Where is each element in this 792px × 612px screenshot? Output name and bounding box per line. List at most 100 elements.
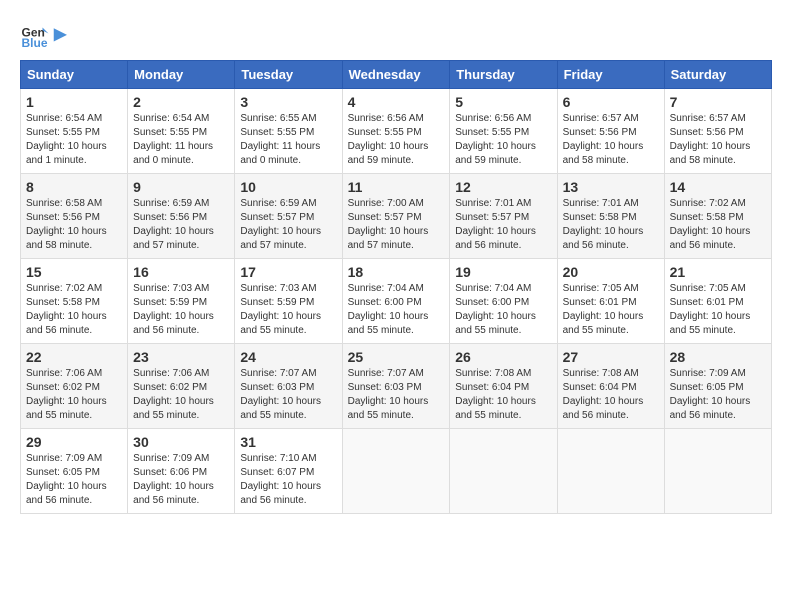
calendar-cell: 5 Sunrise: 6:56 AMSunset: 5:55 PMDaylight… [450,89,557,174]
calendar-cell: 16 Sunrise: 7:03 AMSunset: 5:59 PMDayligh… [128,259,235,344]
calendar-cell: 19 Sunrise: 7:04 AMSunset: 6:00 PMDayligh… [450,259,557,344]
calendar-cell: 24 Sunrise: 7:07 AMSunset: 6:03 PMDayligh… [235,344,342,429]
day-detail: Sunrise: 7:03 AMSunset: 5:59 PMDaylight:… [133,283,214,336]
calendar-cell: 1 Sunrise: 6:54 AMSunset: 5:55 PMDaylight… [21,89,128,174]
weekday-header: Saturday [664,61,771,89]
day-number: 31 [240,434,336,450]
day-detail: Sunrise: 7:02 AMSunset: 5:58 PMDaylight:… [26,283,107,336]
day-detail: Sunrise: 6:56 AMSunset: 5:55 PMDaylight:… [455,113,536,166]
day-detail: Sunrise: 6:57 AMSunset: 5:56 PMDaylight:… [563,113,644,166]
calendar-cell: 11 Sunrise: 7:00 AMSunset: 5:57 PMDayligh… [342,174,450,259]
day-detail: Sunrise: 7:06 AMSunset: 6:02 PMDaylight:… [26,368,107,421]
day-detail: Sunrise: 6:58 AMSunset: 5:56 PMDaylight:… [26,198,107,251]
day-number: 20 [563,264,659,280]
day-number: 28 [670,349,766,365]
calendar-cell: 3 Sunrise: 6:55 AMSunset: 5:55 PMDaylight… [235,89,342,174]
day-detail: Sunrise: 7:10 AMSunset: 6:07 PMDaylight:… [240,453,321,506]
calendar-cell [450,429,557,514]
calendar-cell: 26Sunrise: 7:08 AMSunset: 6:04 PMDayligh… [450,344,557,429]
weekday-header-row: SundayMondayTuesdayWednesdayThursdayFrid… [21,61,772,89]
day-number: 13 [563,179,659,195]
calendar-cell: 13 Sunrise: 7:01 AMSunset: 5:58 PMDayligh… [557,174,664,259]
day-number: 30 [133,434,229,450]
day-number: 3 [240,94,336,110]
day-detail: Sunrise: 7:01 AMSunset: 5:57 PMDaylight:… [455,198,536,251]
day-detail: Sunrise: 6:54 AMSunset: 5:55 PMDaylight:… [133,113,213,166]
calendar-cell: 27Sunrise: 7:08 AMSunset: 6:04 PMDayligh… [557,344,664,429]
day-number: 23 [133,349,229,365]
day-number: 16 [133,264,229,280]
day-detail: Sunrise: 6:54 AMSunset: 5:55 PMDaylight:… [26,113,107,166]
calendar-cell: 4 Sunrise: 6:56 AMSunset: 5:55 PMDaylight… [342,89,450,174]
calendar-cell: 20Sunrise: 7:05 AMSunset: 6:01 PMDayligh… [557,259,664,344]
day-detail: Sunrise: 7:09 AMSunset: 6:06 PMDaylight:… [133,453,214,506]
day-number: 19 [455,264,551,280]
day-number: 29 [26,434,122,450]
day-number: 27 [563,349,659,365]
day-number: 17 [240,264,336,280]
calendar-cell: 30 Sunrise: 7:09 AMSunset: 6:06 PMDayligh… [128,429,235,514]
calendar-cell: 7 Sunrise: 6:57 AMSunset: 5:56 PMDaylight… [664,89,771,174]
svg-text:Blue: Blue [22,36,48,50]
calendar-cell: 17 Sunrise: 7:03 AMSunset: 5:59 PMDayligh… [235,259,342,344]
calendar-cell: 22Sunrise: 7:06 AMSunset: 6:02 PMDayligh… [21,344,128,429]
day-detail: Sunrise: 7:02 AMSunset: 5:58 PMDaylight:… [670,198,751,251]
calendar-week-row: 15 Sunrise: 7:02 AMSunset: 5:58 PMDayligh… [21,259,772,344]
logo: Gen Blue ▶ [20,20,66,50]
calendar-cell: 21 Sunrise: 7:05 AMSunset: 6:01 PMDayligh… [664,259,771,344]
day-number: 25 [348,349,445,365]
day-detail: Sunrise: 6:55 AMSunset: 5:55 PMDaylight:… [240,113,320,166]
calendar-week-row: 22Sunrise: 7:06 AMSunset: 6:02 PMDayligh… [21,344,772,429]
calendar-week-row: 1 Sunrise: 6:54 AMSunset: 5:55 PMDaylight… [21,89,772,174]
calendar-cell [342,429,450,514]
calendar-cell: 25 Sunrise: 7:07 AMSunset: 6:03 PMDayligh… [342,344,450,429]
weekday-header: Sunday [21,61,128,89]
logo-arrow: ▶ [54,26,66,43]
day-number: 21 [670,264,766,280]
day-number: 10 [240,179,336,195]
calendar-cell: 29 Sunrise: 7:09 AMSunset: 6:05 PMDayligh… [21,429,128,514]
weekday-header: Friday [557,61,664,89]
calendar-week-row: 8 Sunrise: 6:58 AMSunset: 5:56 PMDaylight… [21,174,772,259]
day-detail: Sunrise: 7:04 AMSunset: 6:00 PMDaylight:… [348,283,429,336]
day-number: 8 [26,179,122,195]
day-detail: Sunrise: 7:01 AMSunset: 5:58 PMDaylight:… [563,198,644,251]
day-detail: Sunrise: 6:59 AMSunset: 5:57 PMDaylight:… [240,198,321,251]
day-number: 5 [455,94,551,110]
day-detail: Sunrise: 6:56 AMSunset: 5:55 PMDaylight:… [348,113,429,166]
calendar-cell: 28 Sunrise: 7:09 AMSunset: 6:05 PMDayligh… [664,344,771,429]
day-number: 4 [348,94,445,110]
logo-icon: Gen Blue [20,20,50,50]
day-detail: Sunrise: 7:09 AMSunset: 6:05 PMDaylight:… [670,368,751,421]
weekday-header: Monday [128,61,235,89]
calendar-cell: 23 Sunrise: 7:06 AMSunset: 6:02 PMDayligh… [128,344,235,429]
calendar-table: SundayMondayTuesdayWednesdayThursdayFrid… [20,60,772,514]
calendar-cell: 18 Sunrise: 7:04 AMSunset: 6:00 PMDayligh… [342,259,450,344]
day-detail: Sunrise: 7:04 AMSunset: 6:00 PMDaylight:… [455,283,536,336]
day-number: 24 [240,349,336,365]
day-detail: Sunrise: 7:05 AMSunset: 6:01 PMDaylight:… [670,283,751,336]
day-detail: Sunrise: 7:03 AMSunset: 5:59 PMDaylight:… [240,283,321,336]
weekday-header: Tuesday [235,61,342,89]
day-detail: Sunrise: 7:06 AMSunset: 6:02 PMDaylight:… [133,368,214,421]
day-number: 18 [348,264,445,280]
day-number: 14 [670,179,766,195]
day-detail: Sunrise: 7:07 AMSunset: 6:03 PMDaylight:… [240,368,321,421]
day-number: 11 [348,179,445,195]
day-number: 1 [26,94,122,110]
day-detail: Sunrise: 7:09 AMSunset: 6:05 PMDaylight:… [26,453,107,506]
day-detail: Sunrise: 7:00 AMSunset: 5:57 PMDaylight:… [348,198,429,251]
page-header: Gen Blue ▶ [20,20,772,50]
calendar-cell [557,429,664,514]
day-detail: Sunrise: 6:59 AMSunset: 5:56 PMDaylight:… [133,198,214,251]
day-number: 7 [670,94,766,110]
day-detail: Sunrise: 7:07 AMSunset: 6:03 PMDaylight:… [348,368,429,421]
day-number: 9 [133,179,229,195]
calendar-cell: 9 Sunrise: 6:59 AMSunset: 5:56 PMDaylight… [128,174,235,259]
day-detail: Sunrise: 6:57 AMSunset: 5:56 PMDaylight:… [670,113,751,166]
day-number: 15 [26,264,122,280]
weekday-header: Wednesday [342,61,450,89]
calendar-cell: 2Sunrise: 6:54 AMSunset: 5:55 PMDaylight… [128,89,235,174]
calendar-cell: 10 Sunrise: 6:59 AMSunset: 5:57 PMDayligh… [235,174,342,259]
calendar-cell: 15 Sunrise: 7:02 AMSunset: 5:58 PMDayligh… [21,259,128,344]
